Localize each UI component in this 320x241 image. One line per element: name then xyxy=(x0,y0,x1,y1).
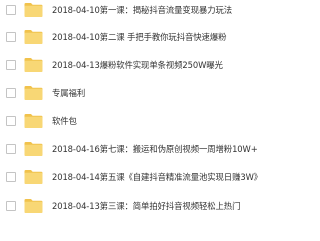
file-name[interactable]: 2018-04-10第一课：揭秘抖音流量变现暴力玩法 xyxy=(52,4,232,16)
folder-icon xyxy=(24,3,43,17)
row-checkbox[interactable] xyxy=(6,5,16,15)
file-row[interactable]: 2018-04-10第一课：揭秘抖音流量变现暴力玩法 xyxy=(0,0,271,24)
folder-icon xyxy=(24,86,43,100)
folder-icon xyxy=(24,114,43,128)
file-name[interactable]: 软件包 xyxy=(52,115,77,127)
file-name[interactable]: 专属福利 xyxy=(52,87,85,99)
row-checkbox[interactable] xyxy=(6,144,16,154)
file-row[interactable]: 2018-04-13第三课：简单拍好抖音视频轻松上热门 xyxy=(0,191,271,220)
file-name[interactable]: 2018-04-13爆粉软件实现单条视频250W曝光 xyxy=(52,59,223,71)
file-name[interactable]: 2018-04-16第七课：搬运和伪原创视频一周增粉10W+ xyxy=(52,143,258,155)
folder-icon xyxy=(24,58,43,72)
row-checkbox[interactable] xyxy=(6,60,16,70)
file-row[interactable]: 软件包 xyxy=(0,106,271,135)
row-checkbox[interactable] xyxy=(6,32,16,42)
file-row[interactable]: 2018-04-10第二课 手把手教你玩抖音快速爆粉 xyxy=(0,22,271,51)
row-checkbox[interactable] xyxy=(6,116,16,126)
row-checkbox[interactable] xyxy=(6,172,16,182)
row-checkbox[interactable] xyxy=(6,201,16,211)
folder-icon xyxy=(24,170,43,184)
file-row[interactable]: 2018-04-14第五课《自建抖音精准流量池实现日赚3W》 xyxy=(0,162,271,191)
file-name[interactable]: 2018-04-10第二课 手把手教你玩抖音快速爆粉 xyxy=(52,31,226,43)
folder-icon xyxy=(24,142,43,156)
file-name[interactable]: 2018-04-14第五课《自建抖音精准流量池实现日赚3W》 xyxy=(52,171,262,183)
file-row[interactable]: 2018-04-13爆粉软件实现单条视频250W曝光 xyxy=(0,50,271,79)
file-name[interactable]: 2018-04-13第三课：简单拍好抖音视频轻松上热门 xyxy=(52,200,240,212)
folder-icon xyxy=(24,30,43,44)
file-row[interactable]: 专属福利 xyxy=(0,78,271,107)
folder-icon xyxy=(24,199,43,213)
file-list: 2018-04-10第一课：揭秘抖音流量变现暴力玩法 2018-04-10第二课 … xyxy=(0,0,271,241)
row-checkbox[interactable] xyxy=(6,88,16,98)
file-row[interactable]: 2018-04-16第七课：搬运和伪原创视频一周增粉10W+ xyxy=(0,134,271,163)
